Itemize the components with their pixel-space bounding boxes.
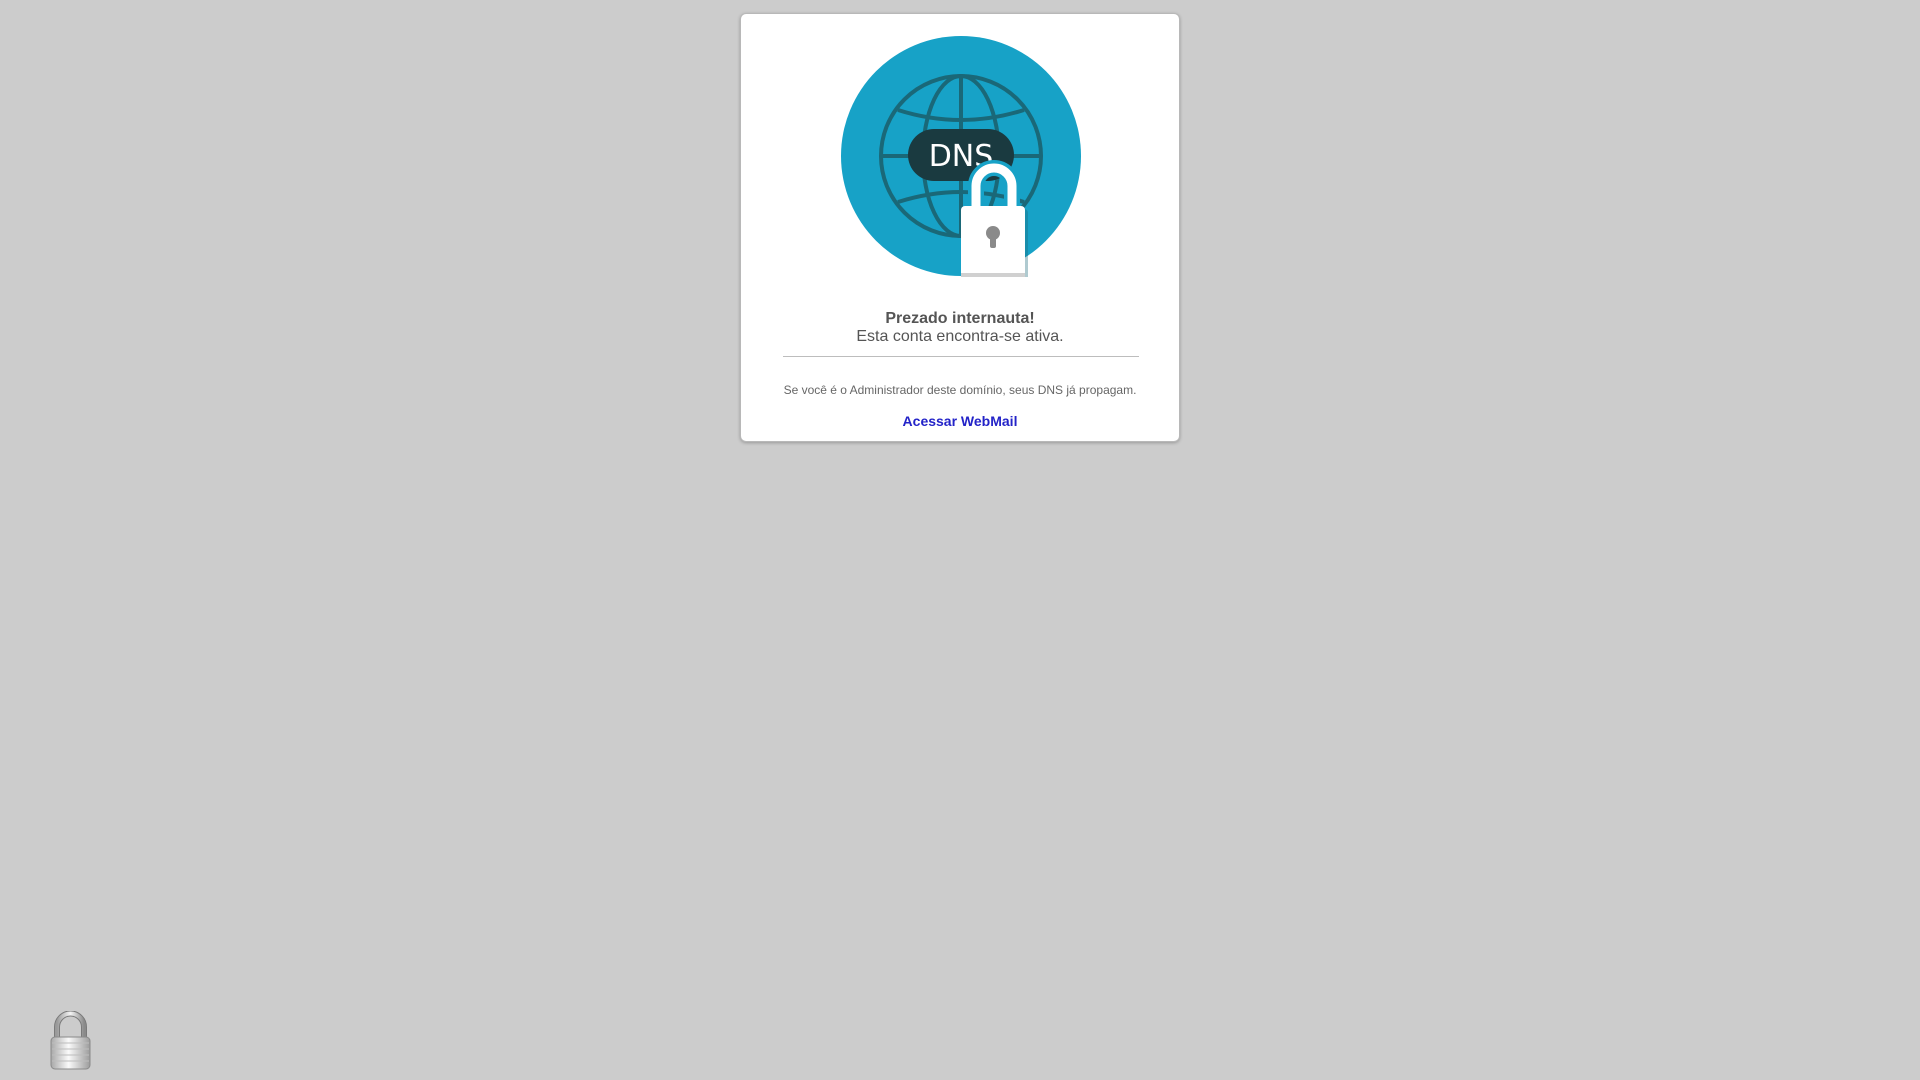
webmail-link-row: Acessar WebMail (741, 412, 1179, 430)
account-status-text: Esta conta encontra-se ativa. (856, 328, 1064, 345)
dns-info-text: Se você é o Administrador deste domínio,… (783, 383, 1137, 397)
page-title: Prezado internauta! (885, 310, 1035, 327)
padlock-svg (50, 1011, 91, 1070)
dns-globe-lock-icon: DNS (840, 35, 1082, 277)
dns-logo-svg: DNS (841, 36, 1081, 277)
divider (783, 356, 1139, 357)
padlock-icon (48, 1011, 93, 1071)
status-card: DNS Prezado internauta! Esta conta encon… (740, 13, 1180, 442)
page: DNS Prezado internauta! Esta conta encon… (0, 0, 1920, 1080)
webmail-link[interactable]: Acessar WebMail (903, 413, 1018, 429)
